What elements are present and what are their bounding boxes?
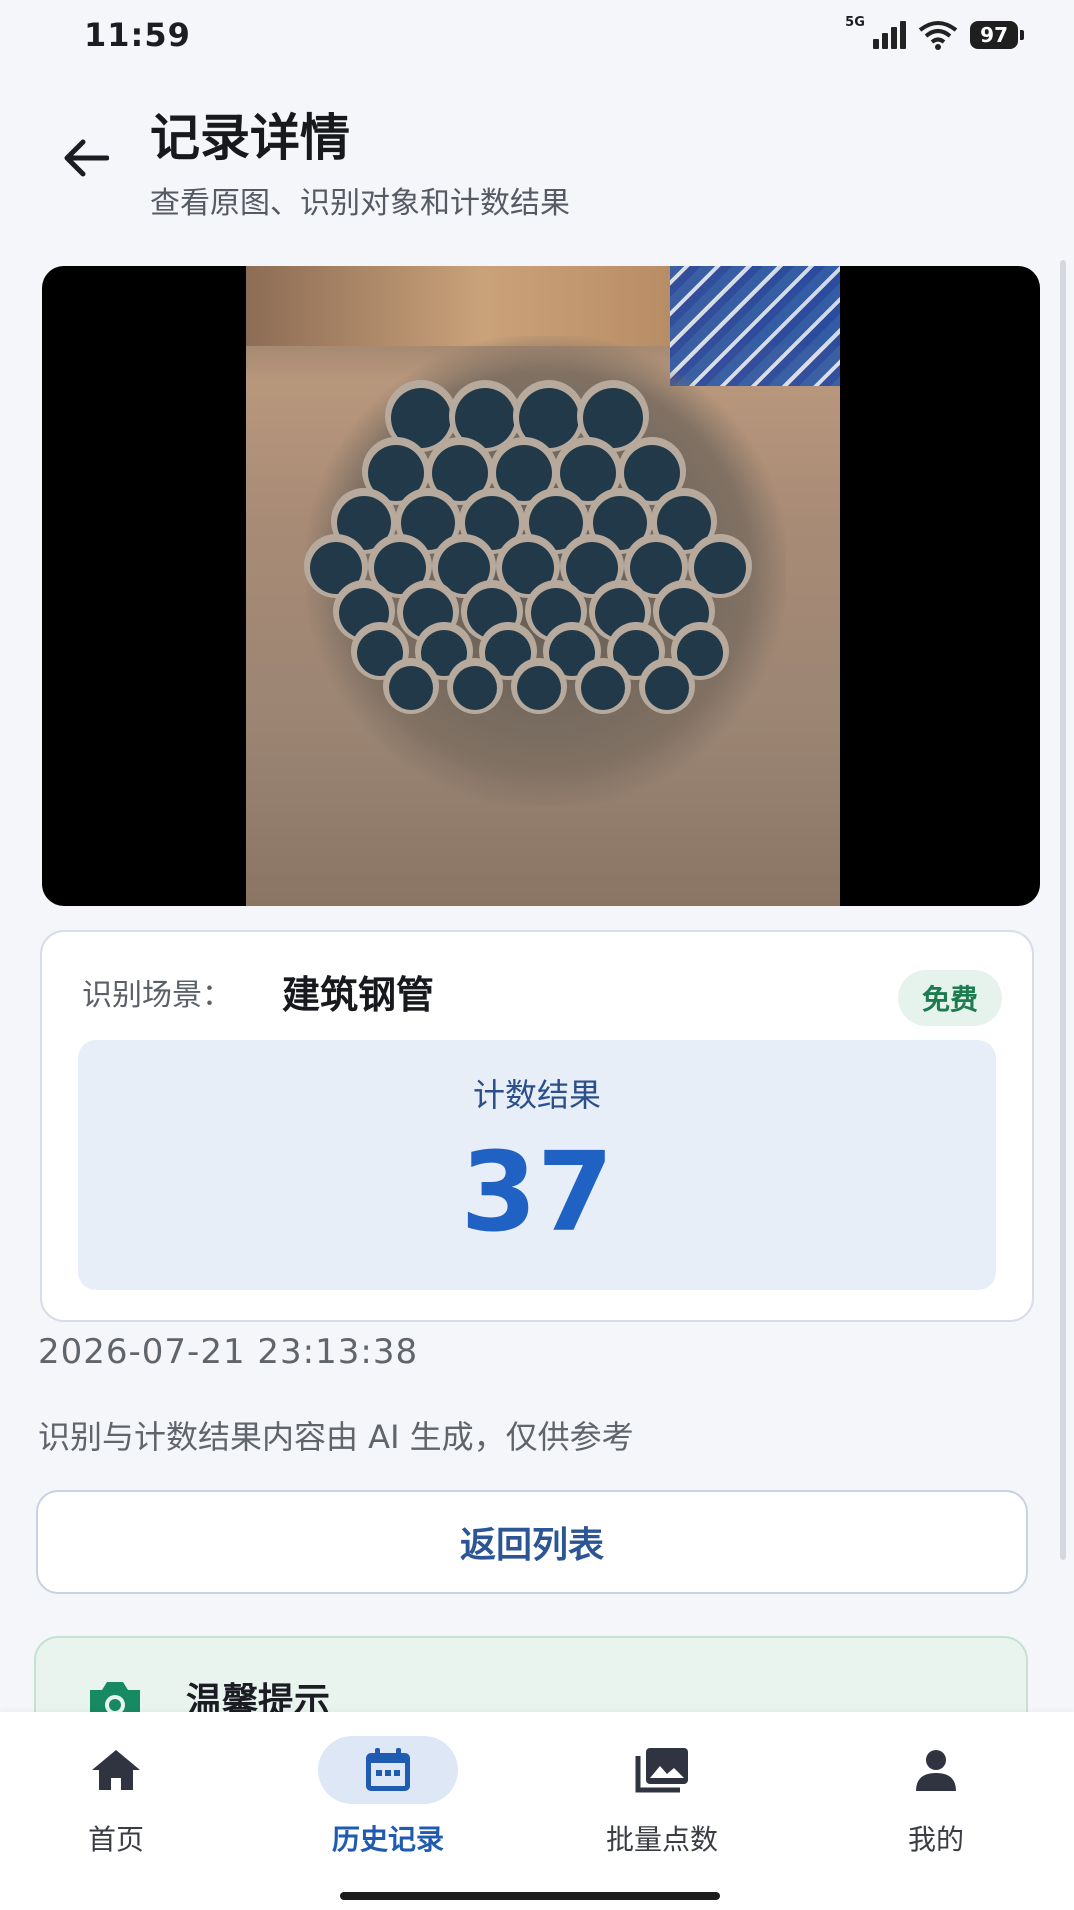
nav-item-batch[interactable]: 批量点数 [562,1736,762,1866]
calendar-icon [366,1748,410,1791]
steel-pipes-photo [246,266,840,906]
bottom-nav: 首页 历史记录 批量点数 我的 [0,1712,1074,1910]
nav-label-history: 历史记录 [331,1823,444,1856]
ai-disclaimer: 识别与计数结果内容由 AI 生成，仅供参考 [38,1418,634,1456]
count-result-box: 计数结果 37 [78,1040,996,1290]
page-subtitle: 查看原图、识别对象和计数结果 [150,186,570,221]
status-bar: 11:59 5G 97 [0,0,1074,70]
record-timestamp: 2026-07-21 23:13:38 [38,1332,419,1372]
result-card: 识别场景： 建筑钢管 免费 计数结果 37 [40,930,1034,1322]
status-icons: 5G 97 [845,15,1024,50]
count-value: 37 [460,1128,614,1256]
page-header: 记录详情 查看原图、识别对象和计数结果 [0,90,1074,230]
nav-item-mine[interactable]: 我的 [836,1736,1036,1866]
home-indicator[interactable] [340,1892,720,1900]
original-photo[interactable] [42,266,1040,906]
nav-label-home: 首页 [87,1823,144,1856]
nav-item-history[interactable]: 历史记录 [288,1736,488,1866]
free-badge: 免费 [897,970,1002,1026]
scene-label: 识别场景： [82,978,232,1013]
nav-label-batch: 批量点数 [605,1823,718,1856]
scrollbar[interactable] [1060,260,1066,1560]
pipe-bore [645,666,689,710]
status-time: 11:59 [84,16,191,54]
network-type: 5G [845,15,865,30]
pipe-bore [453,666,497,710]
nav-label-mine: 我的 [907,1823,964,1856]
back-to-list-button[interactable]: 返回列表 [36,1490,1028,1594]
pipe-bore [389,666,433,710]
nav-item-home[interactable]: 首页 [16,1736,216,1866]
pipe-bore [581,666,625,710]
home-icon [92,1750,140,1790]
page-title: 记录详情 [150,109,350,167]
person-icon [916,1750,956,1791]
battery-icon: 97 [970,21,1024,49]
pipe-bore [517,666,561,710]
arrow-left-icon [64,139,109,177]
count-label: 计数结果 [472,1076,601,1114]
back-button[interactable] [58,130,114,186]
signal-icon: 5G [845,15,907,49]
gallery-icon [635,1748,688,1793]
scene-value: 建筑钢管 [282,973,435,1017]
wifi-icon [918,21,958,50]
